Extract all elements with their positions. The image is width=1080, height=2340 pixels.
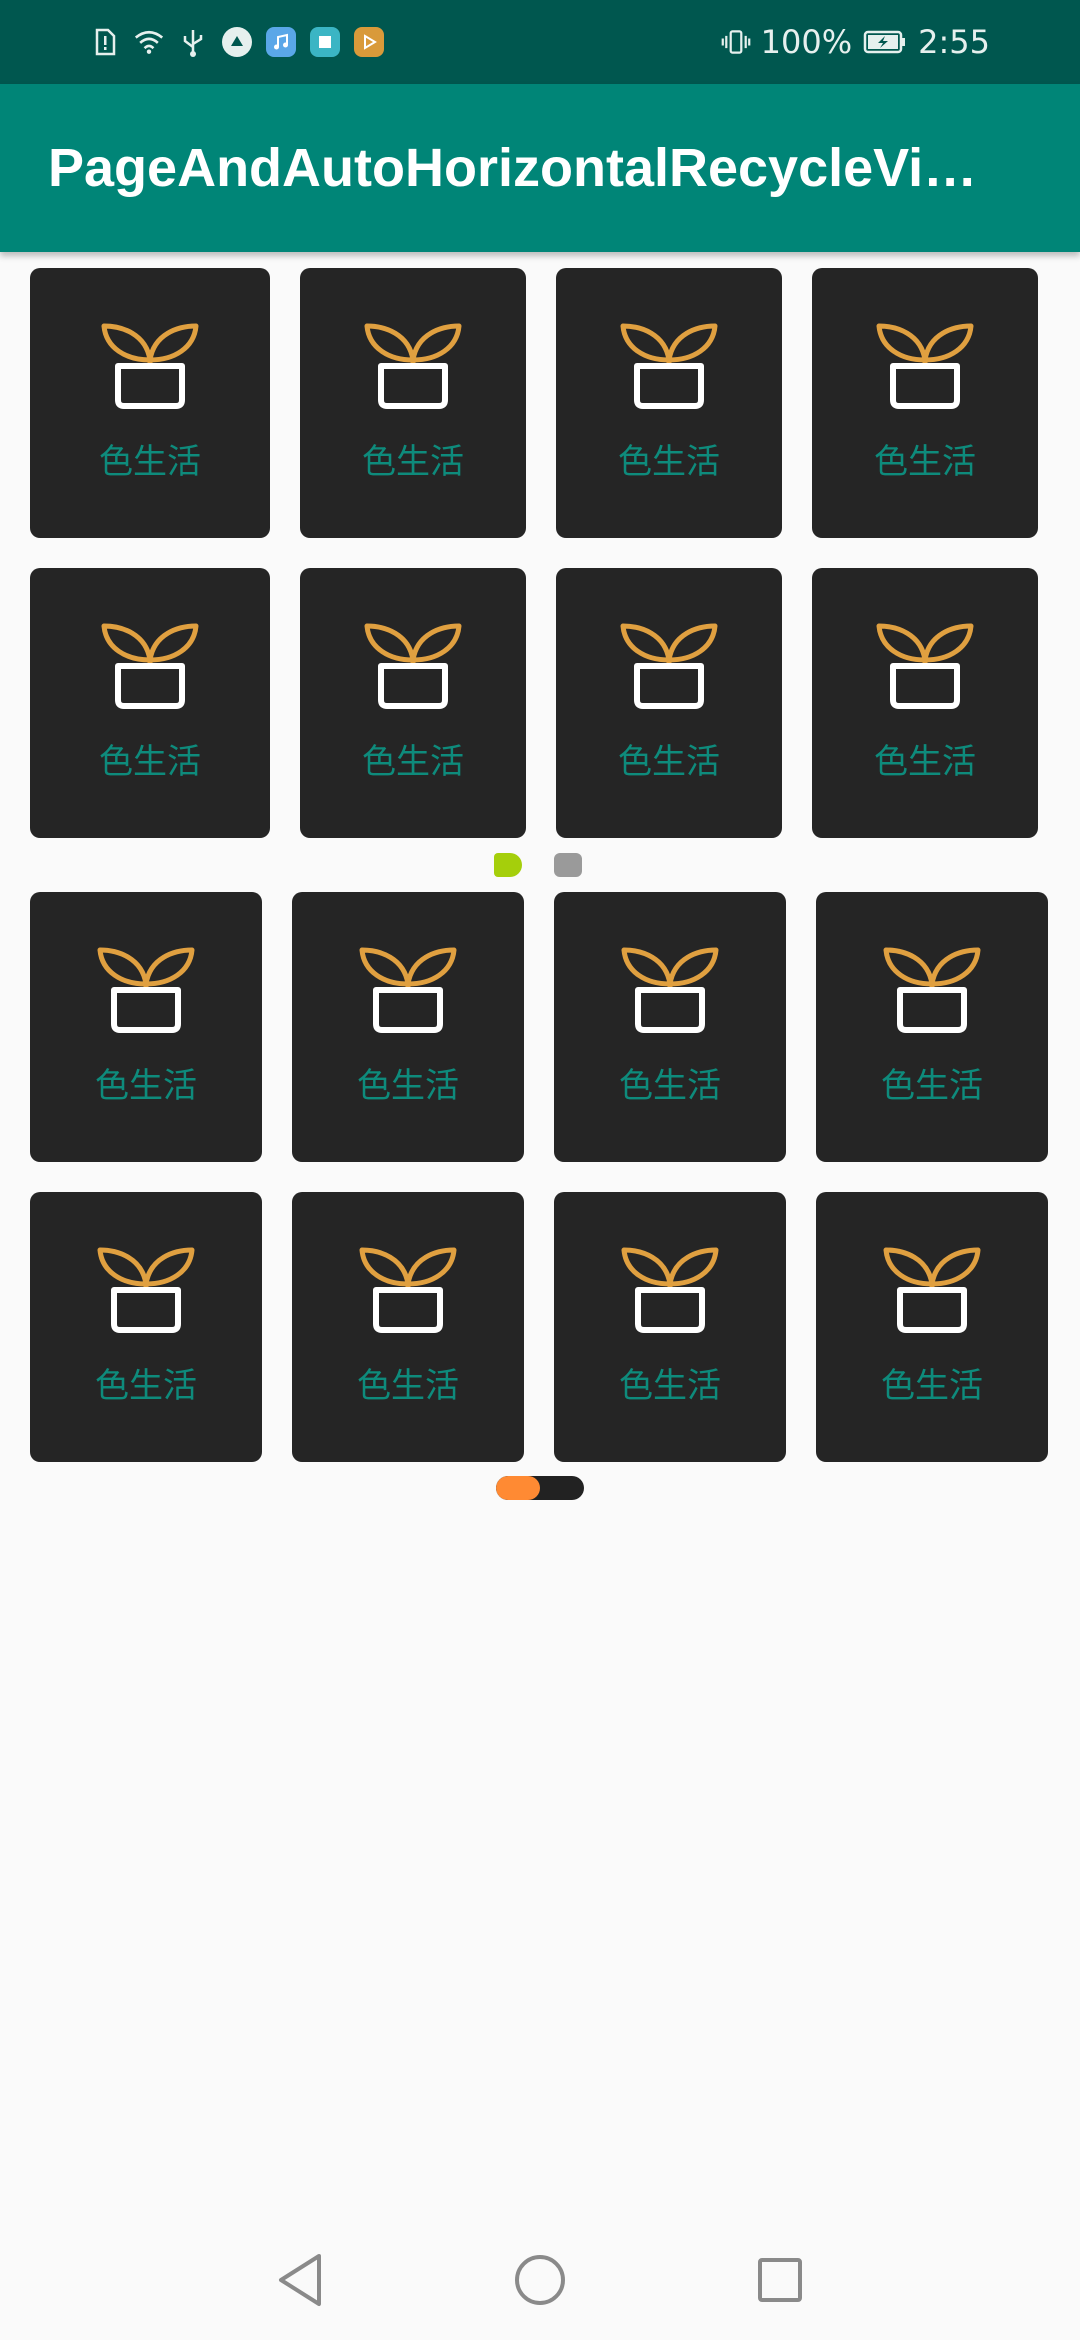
home-icon[interactable] <box>510 2250 570 2310</box>
usb-icon <box>178 27 208 57</box>
plant-icon <box>882 1234 982 1334</box>
grid-item[interactable]: 色生活 <box>30 892 262 1162</box>
grid-item[interactable]: 色生活 <box>300 268 526 538</box>
page-indicator <box>494 853 582 877</box>
grid-item[interactable]: 色生活 <box>300 568 526 838</box>
video-app-icon <box>354 27 384 57</box>
grid-item-label: 色生活 <box>95 1066 197 1106</box>
battery-percent: 100% <box>760 23 853 61</box>
plant-icon <box>100 610 200 710</box>
grid-item[interactable]: 色生活 <box>30 268 270 538</box>
plant-icon <box>875 610 975 710</box>
grid-item[interactable]: 色生活 <box>812 568 1038 838</box>
grid-item[interactable]: 色生活 <box>30 1192 262 1462</box>
grid-item-label: 色生活 <box>362 442 464 482</box>
plant-icon <box>882 934 982 1034</box>
grid-item[interactable]: 色生活 <box>292 892 524 1162</box>
scroll-indicator-thumb[interactable] <box>496 1476 540 1500</box>
grid-item-label: 色生活 <box>99 442 201 482</box>
plant-icon <box>363 610 463 710</box>
system-status: 100% 2:55 <box>721 23 990 61</box>
grid-item-label: 色生活 <box>881 1066 983 1106</box>
grid-item[interactable]: 色生活 <box>816 892 1048 1162</box>
plant-icon <box>100 310 200 410</box>
grid-item-label: 色生活 <box>357 1066 459 1106</box>
grid-item-label: 色生活 <box>874 442 976 482</box>
back-icon[interactable] <box>270 2250 330 2310</box>
status-bar: 100% 2:55 <box>0 0 1080 84</box>
music-app-icon <box>266 27 296 57</box>
page-dot-active[interactable] <box>494 853 522 877</box>
grid-item[interactable]: 色生活 <box>816 1192 1048 1462</box>
plant-icon <box>875 310 975 410</box>
plant-icon <box>619 610 719 710</box>
plant-icon <box>363 310 463 410</box>
grid-item-label: 色生活 <box>357 1366 459 1406</box>
wifi-icon <box>134 27 164 57</box>
grid-item[interactable]: 色生活 <box>554 1192 786 1462</box>
sim-alert-icon <box>90 27 120 57</box>
plant-icon <box>96 934 196 1034</box>
grid-item[interactable]: 色生活 <box>30 568 270 838</box>
grid-item-label: 色生活 <box>619 1366 721 1406</box>
grid-item[interactable]: 色生活 <box>556 268 782 538</box>
grid-item[interactable]: 色生活 <box>292 1192 524 1462</box>
grid-item-label: 色生活 <box>881 1366 983 1406</box>
app-bar: PageAndAutoHorizontalRecycleVi… <box>0 84 1080 252</box>
notification-icons <box>90 27 384 57</box>
page-title: PageAndAutoHorizontalRecycleVi… <box>48 138 978 198</box>
page-dot[interactable] <box>554 853 582 877</box>
recents-icon[interactable] <box>750 2250 810 2310</box>
grid-item-label: 色生活 <box>618 742 720 782</box>
grid-item-label: 色生活 <box>95 1366 197 1406</box>
plant-icon <box>619 310 719 410</box>
grid-item-label: 色生活 <box>619 1066 721 1106</box>
grid-pager-2[interactable]: 色生活 色生活 色生活 色生活 色生活 色生活 色生活 色生活 <box>30 892 1048 1462</box>
plant-icon <box>96 1234 196 1334</box>
vpn-icon <box>222 27 252 57</box>
grid-item-label: 色生活 <box>618 442 720 482</box>
plant-icon <box>620 934 720 1034</box>
grid-item[interactable]: 色生活 <box>556 568 782 838</box>
grid-pager-1[interactable]: 色生活 色生活 色生活 色生活 色生活 色生活 色生活 色生活 <box>30 268 1038 838</box>
plant-icon <box>358 934 458 1034</box>
navigation-bar <box>0 2220 1080 2340</box>
book-app-icon <box>310 27 340 57</box>
plant-icon <box>620 1234 720 1334</box>
grid-item[interactable]: 色生活 <box>554 892 786 1162</box>
grid-item[interactable]: 色生活 <box>812 268 1038 538</box>
battery-charging-icon <box>862 27 908 57</box>
grid-item-label: 色生活 <box>99 742 201 782</box>
grid-item-label: 色生活 <box>874 742 976 782</box>
plant-icon <box>358 1234 458 1334</box>
horizontal-scroll-indicator[interactable] <box>496 1476 584 1500</box>
clock: 2:55 <box>918 23 990 61</box>
grid-item-label: 色生活 <box>362 742 464 782</box>
vibrate-icon <box>721 27 751 57</box>
